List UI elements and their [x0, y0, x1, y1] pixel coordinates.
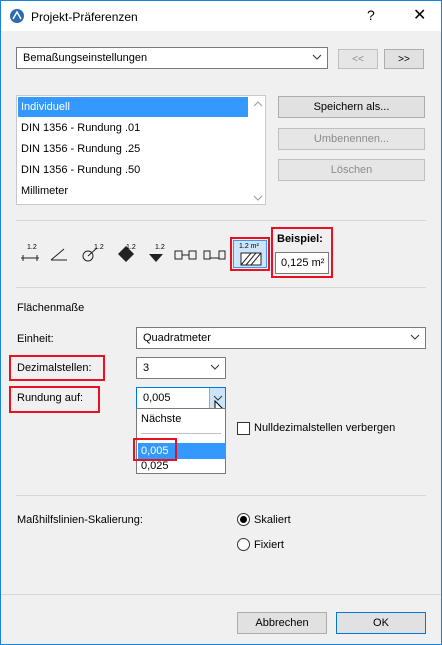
elevation-dimension-tool[interactable]: 1.2 — [145, 242, 169, 266]
sill-height-icon — [203, 250, 226, 260]
tool-value-label: 1.2 — [27, 244, 37, 251]
divider — [16, 287, 426, 288]
scaled-label: Skaliert — [254, 514, 291, 526]
save-as-button[interactable]: Speichern als... — [278, 96, 425, 118]
decimals-value: 3 — [143, 362, 150, 374]
close-button[interactable]: ✕ — [413, 5, 426, 25]
tool-value-label: 1.2 — [126, 244, 136, 251]
unit-select[interactable]: Quadratmeter — [136, 327, 426, 349]
unit-value: Quadratmeter — [143, 332, 211, 344]
next-button[interactable]: >> — [384, 49, 424, 69]
rounding-value: 0,005 — [143, 392, 171, 404]
highlight-box — [9, 386, 100, 413]
sill-height-tool[interactable] — [202, 242, 228, 266]
archicad-logo-icon — [10, 9, 24, 23]
hide-zeros-checkbox[interactable] — [237, 422, 250, 435]
angle-dimension-icon — [50, 248, 67, 261]
section-title: Flächenmaße — [17, 302, 85, 314]
preferences-dialog: Projekt-Präferenzen ? ✕ Bemaßungseinstel… — [0, 0, 442, 645]
list-item[interactable]: DIN 1356 - Rundung .50 — [18, 160, 248, 180]
rename-button[interactable]: Umbenennen... — [278, 128, 425, 150]
divider — [16, 220, 426, 221]
divider — [16, 495, 426, 496]
hide-zeros-label: Nulldezimalstellen verbergen — [254, 422, 396, 434]
highlight-box — [9, 355, 105, 381]
angle-dimension-tool[interactable] — [48, 242, 70, 266]
chevron-down-icon — [410, 334, 420, 340]
list-item[interactable]: DIN 1356 - Rundung .25 — [18, 139, 248, 159]
ok-button[interactable]: OK — [336, 612, 426, 634]
divider — [1, 594, 441, 595]
dropdown-option[interactable]: Nächste — [138, 411, 226, 427]
chevron-down-icon — [210, 364, 220, 370]
tool-value-label: 1.2 — [94, 244, 104, 251]
dropdown-divider — [141, 433, 221, 434]
preset-list[interactable]: Individuell DIN 1356 - Rundung .01 DIN 1… — [16, 95, 266, 205]
scroll-up-icon[interactable] — [253, 100, 263, 108]
rounding-select[interactable]: 0,005 — [136, 387, 226, 409]
cancel-button[interactable]: Abbrechen — [237, 612, 327, 634]
highlight-box — [230, 237, 270, 271]
fixed-label: Fixiert — [254, 539, 284, 551]
help-button[interactable]: ? — [367, 7, 375, 23]
title-bar: Projekt-Präferenzen ? ✕ — [1, 1, 441, 31]
decimals-select[interactable]: 3 — [136, 357, 226, 379]
preset-category-select[interactable]: Bemaßungseinstellungen — [16, 47, 328, 69]
linear-dimension-tool[interactable]: 1.2 — [19, 242, 41, 266]
highlight-box — [133, 438, 177, 461]
chevron-down-icon — [312, 54, 322, 60]
fixed-radio[interactable] — [237, 538, 250, 551]
door-window-dimension-icon — [174, 250, 197, 260]
list-item[interactable]: DIN 1356 - Rundung .01 — [18, 118, 248, 138]
preset-category-value: Bemaßungseinstellungen — [23, 52, 148, 64]
level-dimension-tool[interactable]: 1.2 — [114, 242, 138, 266]
highlight-box — [271, 227, 333, 278]
door-window-dimension-tool[interactable] — [173, 242, 199, 266]
delete-button[interactable]: Löschen — [278, 159, 425, 181]
scroll-down-icon[interactable] — [253, 194, 263, 202]
previous-button[interactable]: << — [338, 49, 378, 69]
radial-dimension-tool[interactable]: 1.2 — [79, 242, 105, 266]
list-item[interactable]: Millimeter — [18, 181, 248, 201]
scaled-radio[interactable] — [237, 513, 250, 526]
unit-label: Einheit: — [17, 333, 54, 345]
list-item[interactable]: Individuell — [18, 97, 248, 117]
scaling-label: Maßhilfslinien-Skalierung: — [17, 514, 143, 526]
window-title: Projekt-Präferenzen — [31, 10, 138, 24]
tool-value-label: 1.2 — [155, 244, 165, 251]
